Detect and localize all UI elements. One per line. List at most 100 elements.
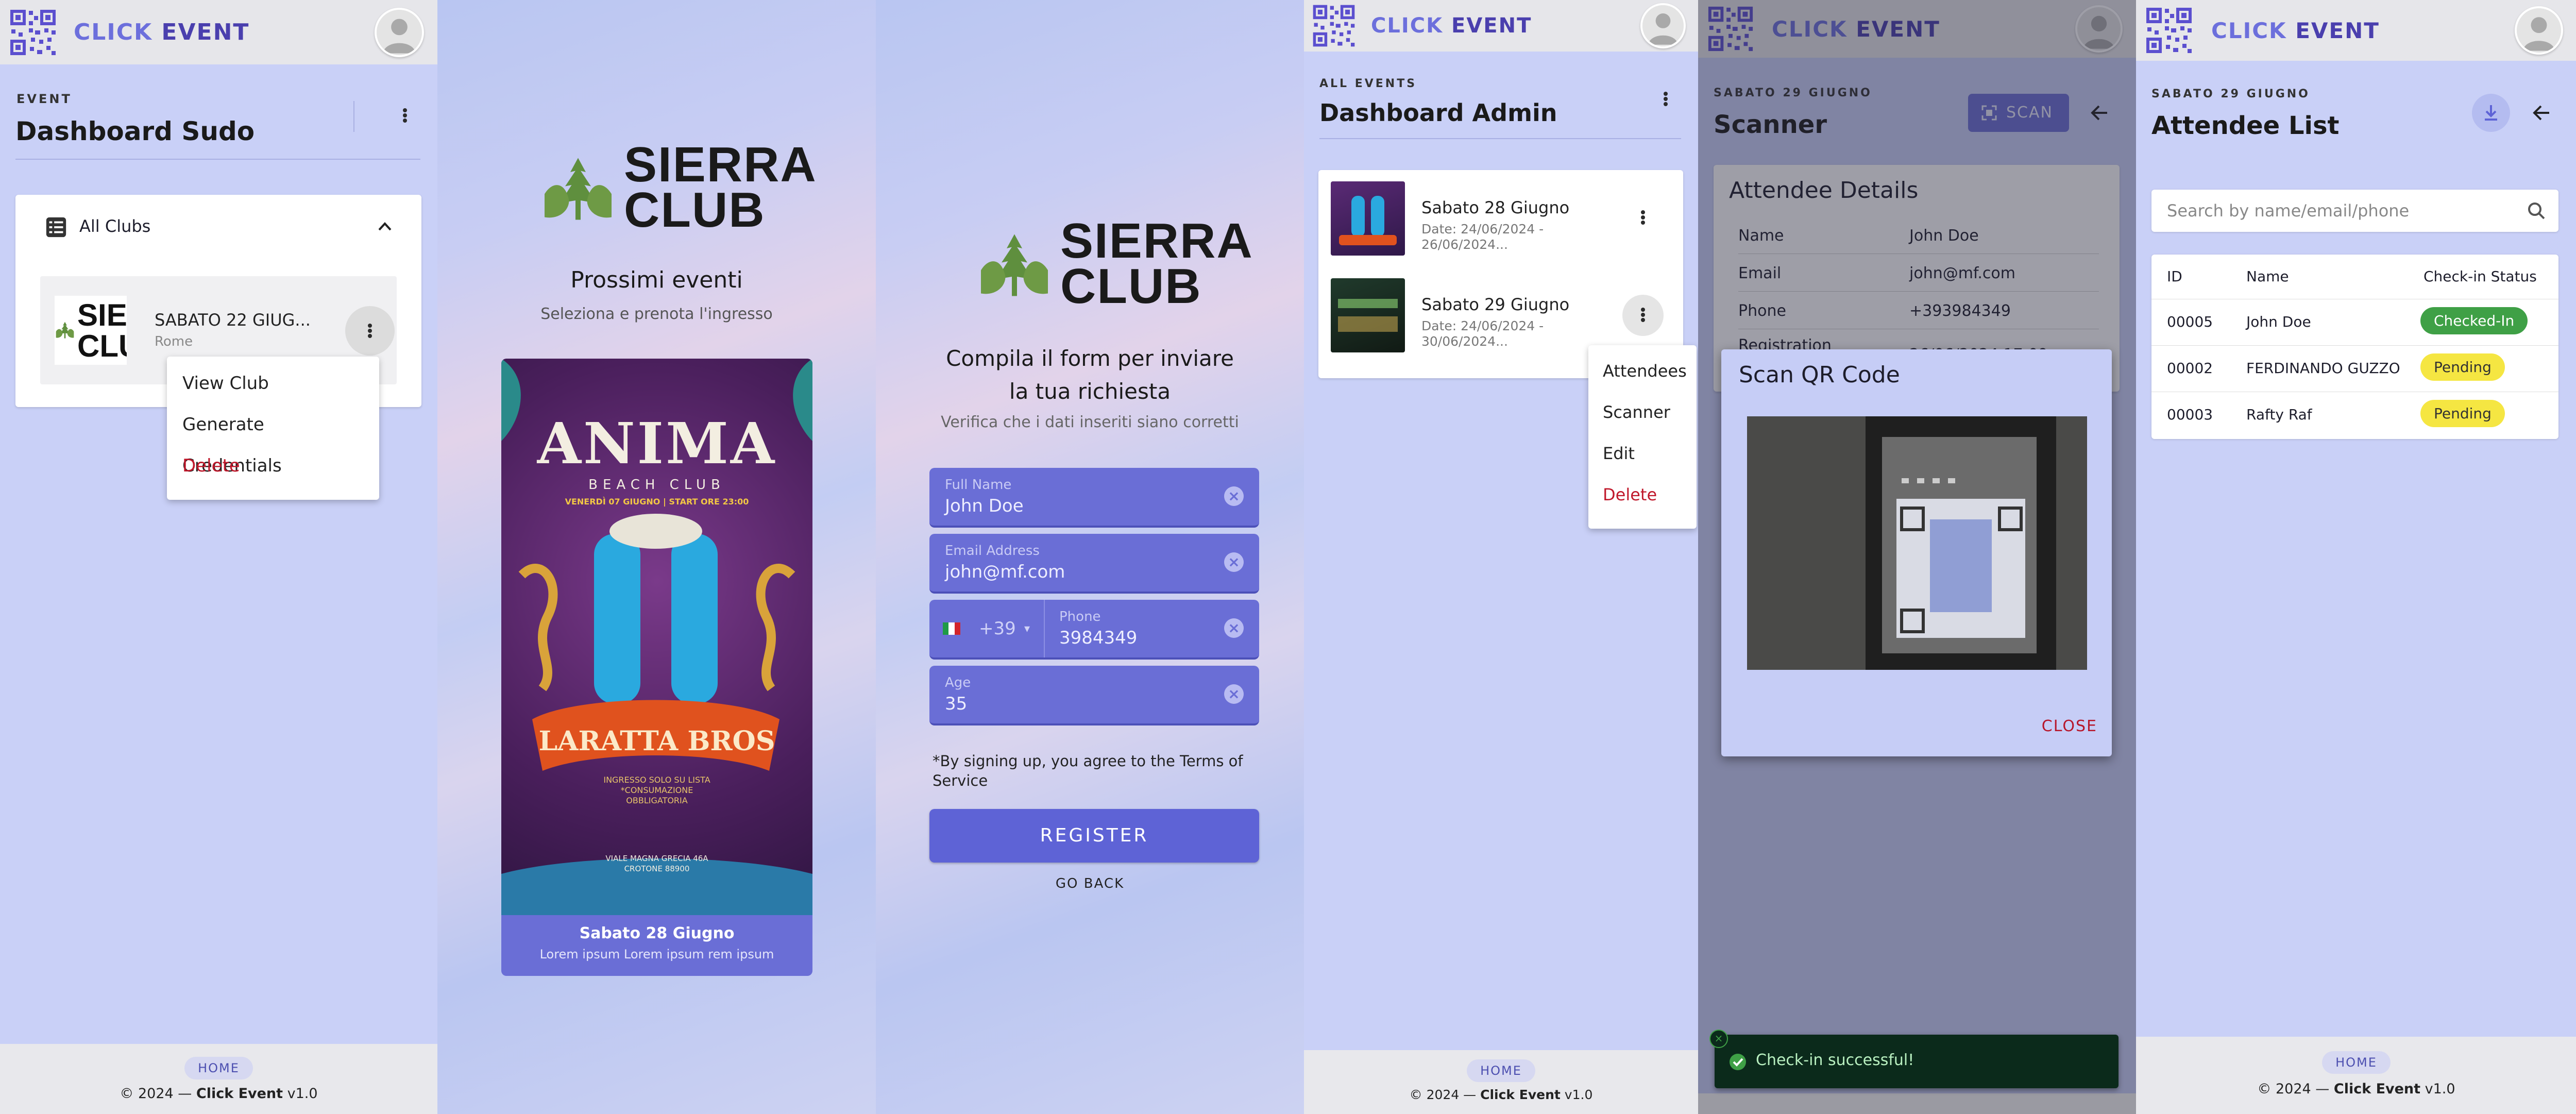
event-row[interactable]: Sabato 28 Giugno Date: 24/06/2024 -26/06… <box>1318 181 1679 264</box>
close-button[interactable]: CLOSE <box>2042 717 2097 735</box>
country-code-select[interactable]: +39 ▾ <box>929 600 1045 657</box>
form-heading-2: la tua richiesta <box>1009 379 1171 404</box>
brand-event: EVENT <box>161 19 250 45</box>
table-row[interactable]: 00003 Rafty Raf Pending <box>2151 392 2558 438</box>
register-button[interactable]: REGISTER <box>929 809 1259 863</box>
event-poster: ANIMA BEACH CLUB VENERDÌ 07 GIUGNO | STA… <box>501 359 812 915</box>
success-toast: × Check-in successful! <box>1709 1029 2119 1088</box>
divider <box>353 101 354 132</box>
event-date-2: 30/06/2024... <box>1421 334 1508 349</box>
menu-scanner[interactable]: Scanner <box>1588 392 1697 433</box>
footer: HOME © 2024 — Click Event v1.0 <box>1304 1050 1698 1114</box>
avatar[interactable] <box>2515 6 2563 55</box>
search-input[interactable]: Search by name/email/phone <box>2151 190 2558 232</box>
email-value[interactable]: john@mf.com <box>945 562 1065 582</box>
download-icon <box>2485 105 2497 121</box>
table-row[interactable]: 00005 John Doe Checked-In <box>2151 299 2558 346</box>
search-icon[interactable] <box>2527 201 2546 221</box>
toast-close-icon[interactable]: × <box>1709 1029 1728 1048</box>
app-bar: CLICK EVENT <box>2136 0 2576 61</box>
event-thumbnail <box>1331 278 1405 352</box>
menu-edit[interactable]: Edit <box>1588 433 1697 474</box>
poster-address-1: VIALE MAGNA GRECIA 46A <box>605 854 708 863</box>
list-icon <box>46 217 66 238</box>
copy-prefix: © 2024 — <box>1409 1087 1481 1102</box>
terms-text[interactable]: *By signing up, you agree to the Terms o… <box>933 751 1243 790</box>
page-kicker: SABATO 29 GIUGNO <box>2151 88 2310 100</box>
brand-click: CLICK <box>1371 14 1444 38</box>
qr-code-camera-image <box>1747 416 2087 670</box>
qr-logo-icon[interactable] <box>1311 3 1357 48</box>
logo-line-2: CLUB <box>1060 259 1202 314</box>
italy-flag-icon <box>943 622 960 635</box>
header-id[interactable]: ID <box>2167 268 2182 285</box>
more-vert-icon[interactable] <box>1638 210 1648 226</box>
email-field[interactable]: Email Address john@mf.com × <box>929 534 1259 594</box>
download-button[interactable] <box>2472 94 2510 132</box>
clear-icon[interactable]: × <box>1224 618 1244 638</box>
go-back-button[interactable]: GO BACK <box>876 876 1304 891</box>
full-name-label: Full Name <box>945 477 1012 493</box>
cell-name: FERDINANDO GUZZO <box>2246 360 2400 377</box>
copy-suffix: v1.0 <box>283 1086 318 1102</box>
arrow-back-icon[interactable] <box>2532 103 2551 123</box>
copy-prefix: © 2024 — <box>120 1086 196 1102</box>
header-name[interactable]: Name <box>2246 268 2289 285</box>
search-placeholder: Search by name/email/phone <box>2167 201 2410 221</box>
page-title: Dashboard Admin <box>1319 99 1557 127</box>
title-divider <box>15 159 420 160</box>
table-header: ID Name Check-in Status <box>2151 255 2558 299</box>
qr-logo-icon[interactable] <box>8 7 58 57</box>
page-title: Attendee List <box>2151 111 2340 140</box>
poster-address-2: CROTONE 88900 <box>624 864 690 873</box>
country-code: +39 <box>979 618 1016 639</box>
brand-event: EVENT <box>2295 18 2380 43</box>
clear-icon[interactable]: × <box>1224 684 1244 704</box>
scan-qr-dialog: Scan QR Code CLOSE <box>1721 349 2112 756</box>
logo-line-1: SIERRA <box>624 137 817 192</box>
table-row[interactable]: 00002 FERDINANDO GUZZO Pending <box>2151 345 2558 392</box>
phone-field[interactable]: +39 ▾ Phone 3984349 × <box>929 600 1259 660</box>
clear-icon[interactable]: × <box>1224 552 1244 572</box>
menu-view-club[interactable]: View Club <box>167 363 379 404</box>
club-logo: SIEF CLU <box>55 296 127 365</box>
home-button[interactable]: HOME <box>1467 1059 1535 1082</box>
event-card[interactable]: ANIMA BEACH CLUB VENERDÌ 07 GIUGNO | STA… <box>501 359 812 976</box>
logo-line-2: CLUB <box>624 182 766 238</box>
footer: HOME © 2024 — Click Event v1.0 <box>0 1044 437 1114</box>
attendee-table: ID Name Check-in Status 00005 John Doe C… <box>2151 255 2558 439</box>
brand-event: EVENT <box>1451 14 1532 38</box>
header-status[interactable]: Check-in Status <box>2424 268 2537 285</box>
clear-icon[interactable]: × <box>1224 486 1244 506</box>
full-name-field[interactable]: Full Name John Doe × <box>929 468 1259 528</box>
event-card-description: Lorem ipsum Lorem ipsum rem ipsum <box>539 947 774 961</box>
poster-title: ANIMA <box>537 410 777 477</box>
qr-logo-icon[interactable] <box>2144 6 2194 55</box>
sierra-club-logo: SIERRA CLUB <box>976 216 1253 314</box>
phone-value[interactable]: 3984349 <box>1059 628 1137 648</box>
menu-attendees[interactable]: Attendees <box>1588 350 1697 392</box>
age-value[interactable]: 35 <box>945 694 967 714</box>
panel-scanner: CLICK EVENT SABATO 29 GIUGNO Scanner SCA… <box>1698 0 2136 1114</box>
footer: HOME © 2024 — Click Event v1.0 <box>2136 1037 2576 1114</box>
home-button[interactable]: HOME <box>184 1057 253 1079</box>
avatar[interactable] <box>375 7 424 57</box>
more-vert-icon[interactable] <box>400 108 410 124</box>
event-date-1: Date: 24/06/2024 - <box>1421 318 1544 333</box>
club-more-button[interactable] <box>345 306 395 356</box>
chevron-up-icon[interactable] <box>377 221 393 232</box>
home-button[interactable]: HOME <box>2322 1051 2391 1074</box>
more-vert-icon[interactable] <box>1660 92 1671 107</box>
avatar[interactable] <box>1640 3 1686 48</box>
event-more-button[interactable] <box>1622 295 1664 336</box>
accordion-label[interactable]: All Clubs <box>79 216 150 236</box>
age-field[interactable]: Age 35 × <box>929 666 1259 725</box>
menu-generate-credentials[interactable]: Generate Credentials <box>167 404 379 476</box>
copy-suffix: v1.0 <box>1560 1087 1593 1102</box>
full-name-value[interactable]: John Doe <box>945 496 1024 516</box>
event-title: Sabato 28 Giugno <box>1421 198 1570 217</box>
toast-message: Check-in successful! <box>1756 1051 1914 1069</box>
age-label: Age <box>945 675 971 690</box>
form-subheading: Verifica che i dati inseriti siano corre… <box>941 413 1239 431</box>
menu-delete[interactable]: Delete <box>1588 474 1697 515</box>
